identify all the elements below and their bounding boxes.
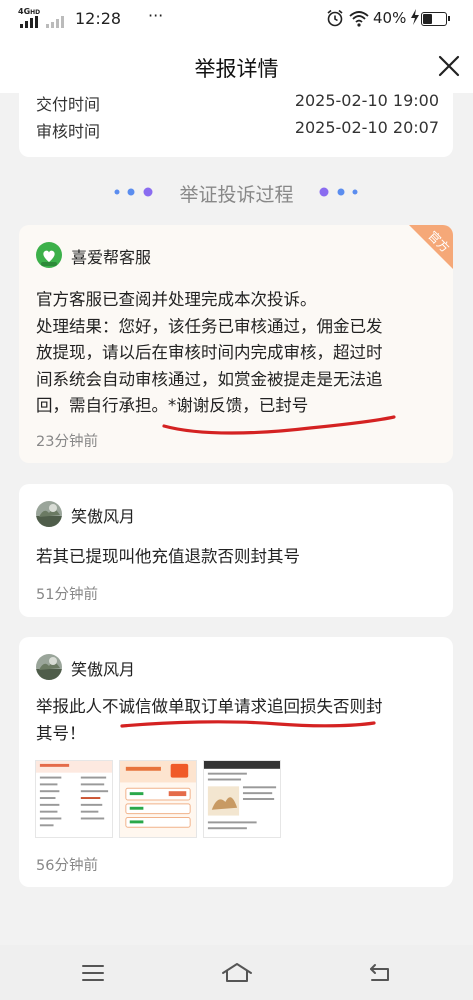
- evidence-image-thumbnail[interactable]: [203, 760, 281, 838]
- task-info-card: 交付时间 2025-02-10 19:00 审核时间 2025-02-10 20…: [19, 93, 453, 157]
- record-user: 笑傲风月 若其已提现叫他充值退款否则封其号 51分钟前: [19, 484, 453, 617]
- message-line: 举报此人不诚信做单取订单请求追回损失否则封: [36, 697, 383, 716]
- charging-icon: [411, 9, 419, 25]
- battery-percent: 40%: [373, 9, 407, 27]
- network-label: 4G: [18, 7, 31, 16]
- record-official: 官方 喜爱帮客服 官方客服已查阅并处理完成本次投诉。 处理结果：您好，该任务已审…: [19, 225, 453, 463]
- wifi-icon: [349, 11, 369, 27]
- evidence-image-thumbnail[interactable]: [35, 760, 113, 838]
- decor-dots-right-icon: [319, 187, 358, 197]
- record-message: 官方客服已查阅并处理完成本次投诉。 处理结果：您好，该任务已审核通过，佣金已发 …: [36, 287, 439, 420]
- record-message: 举报此人不诚信做单取订单请求追回损失否则封 其号！: [36, 694, 439, 747]
- alarm-icon: [327, 9, 343, 27]
- review-time-label: 审核时间: [36, 122, 101, 141]
- service-logo-icon: [36, 242, 62, 268]
- record-time: 56分钟前: [36, 858, 98, 874]
- more-notifications-icon: ···: [148, 6, 164, 25]
- evidence-image-thumbnail[interactable]: [119, 760, 197, 838]
- message-line: 其号！: [36, 723, 86, 743]
- battery-fill: [423, 14, 432, 24]
- navigation-bar: 举报详情: [0, 38, 473, 93]
- status-bar: 4GHD 12:28 ··· 40%: [0, 0, 473, 38]
- delivery-time-value: 2025-02-10 19:00: [294, 93, 439, 110]
- message-line: 放提现，请以后在审核时间内完成审核，超过时: [36, 343, 383, 362]
- section-title: 举证投诉过程: [179, 184, 294, 206]
- back-icon[interactable]: [368, 963, 392, 983]
- menu-icon[interactable]: [82, 964, 104, 982]
- close-icon[interactable]: [437, 54, 461, 78]
- record-time: 51分钟前: [36, 587, 98, 603]
- record-message: 若其已提现叫他充值退款否则封其号: [36, 544, 439, 571]
- network-sub-label: HD: [30, 9, 41, 16]
- section-header: 举证投诉过程: [0, 178, 473, 206]
- message-line: 回，需自行承担。*谢谢反馈，已封号: [36, 396, 309, 415]
- system-navigation-bar: [0, 945, 473, 1000]
- user-avatar: [36, 654, 62, 680]
- message-line: 间系统会自动审核通过，如赏金被提走是无法追: [36, 369, 383, 389]
- signal-icon: [20, 16, 64, 28]
- record-author: 喜爱帮客服: [71, 248, 152, 267]
- record-time: 23分钟前: [36, 434, 98, 450]
- battery-tip: [448, 16, 450, 21]
- message-line: 官方客服已查阅并处理完成本次投诉。: [36, 290, 317, 309]
- battery-icon: [421, 12, 450, 26]
- clock: 12:28: [75, 9, 122, 28]
- review-time-value: 2025-02-10 20:07: [294, 118, 439, 137]
- home-icon[interactable]: [221, 961, 253, 983]
- page-title: 举报详情: [194, 57, 279, 81]
- user-avatar: [36, 501, 62, 527]
- record-author: 笑傲风月: [71, 660, 136, 679]
- delivery-time-label: 交付时间: [36, 95, 101, 114]
- record-author: 笑傲风月: [71, 507, 136, 526]
- message-line: 处理结果：您好，该任务已审核通过，佣金已发: [36, 316, 383, 336]
- message-line: 若其已提现叫他充值退款否则封其号: [36, 547, 300, 566]
